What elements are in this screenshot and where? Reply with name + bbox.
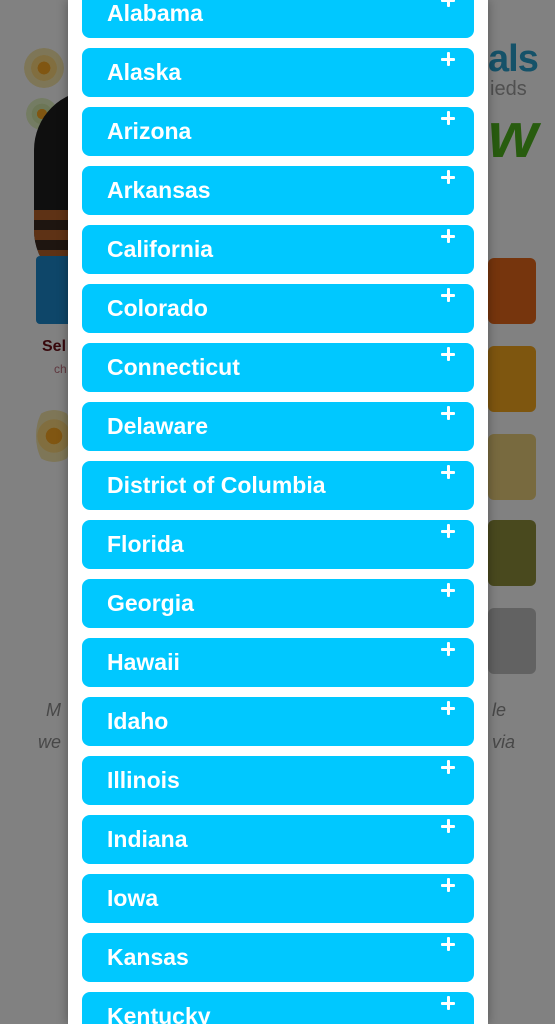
state-item-kentucky[interactable]: Kentucky [82, 992, 474, 1024]
plus-icon[interactable] [441, 406, 455, 420]
state-label: Hawaii [107, 649, 180, 675]
plus-icon[interactable] [441, 288, 455, 302]
state-item-arizona[interactable]: Arizona [82, 107, 474, 156]
state-list: Alabama Alaska Arizona Arkansas Californ… [82, 0, 474, 1024]
state-item-hawaii[interactable]: Hawaii [82, 638, 474, 687]
plus-icon[interactable] [441, 170, 455, 184]
state-label: Idaho [107, 708, 169, 734]
state-item-florida[interactable]: Florida [82, 520, 474, 569]
state-label: Kansas [107, 944, 189, 970]
state-item-kansas[interactable]: Kansas [82, 933, 474, 982]
plus-icon[interactable] [441, 229, 455, 243]
state-label: District of Columbia [107, 472, 326, 498]
state-item-connecticut[interactable]: Connecticut [82, 343, 474, 392]
state-item-indiana[interactable]: Indiana [82, 815, 474, 864]
plus-icon[interactable] [441, 347, 455, 361]
state-item-arkansas[interactable]: Arkansas [82, 166, 474, 215]
state-label: Illinois [107, 767, 180, 793]
state-item-colorado[interactable]: Colorado [82, 284, 474, 333]
state-label: Iowa [107, 885, 159, 911]
state-label: Alabama [107, 0, 203, 26]
state-item-iowa[interactable]: Iowa [82, 874, 474, 923]
plus-icon[interactable] [441, 0, 455, 7]
state-item-alabama[interactable]: Alabama [82, 0, 474, 38]
plus-icon[interactable] [441, 52, 455, 66]
state-item-idaho[interactable]: Idaho [82, 697, 474, 746]
state-item-illinois[interactable]: Illinois [82, 756, 474, 805]
plus-icon[interactable] [441, 701, 455, 715]
state-list-modal: Alabama Alaska Arizona Arkansas Californ… [68, 0, 488, 1024]
plus-icon[interactable] [441, 524, 455, 538]
state-label: Arizona [107, 118, 192, 144]
plus-icon[interactable] [441, 996, 455, 1010]
plus-icon[interactable] [441, 819, 455, 833]
state-item-delaware[interactable]: Delaware [82, 402, 474, 451]
state-label: California [107, 236, 214, 262]
state-label: Colorado [107, 295, 208, 321]
plus-icon[interactable] [441, 111, 455, 125]
plus-icon[interactable] [441, 878, 455, 892]
plus-icon[interactable] [441, 937, 455, 951]
plus-icon[interactable] [441, 465, 455, 479]
state-item-district-of-columbia[interactable]: District of Columbia [82, 461, 474, 510]
state-label: Kentucky [107, 1003, 211, 1024]
state-item-california[interactable]: California [82, 225, 474, 274]
state-label: Indiana [107, 826, 188, 852]
state-label: Arkansas [107, 177, 211, 203]
plus-icon[interactable] [441, 583, 455, 597]
state-label: Connecticut [107, 354, 240, 380]
state-label: Georgia [107, 590, 194, 616]
state-label: Alaska [107, 59, 182, 85]
plus-icon[interactable] [441, 642, 455, 656]
state-item-georgia[interactable]: Georgia [82, 579, 474, 628]
state-label: Florida [107, 531, 184, 557]
plus-icon[interactable] [441, 760, 455, 774]
state-item-alaska[interactable]: Alaska [82, 48, 474, 97]
state-label: Delaware [107, 413, 209, 439]
